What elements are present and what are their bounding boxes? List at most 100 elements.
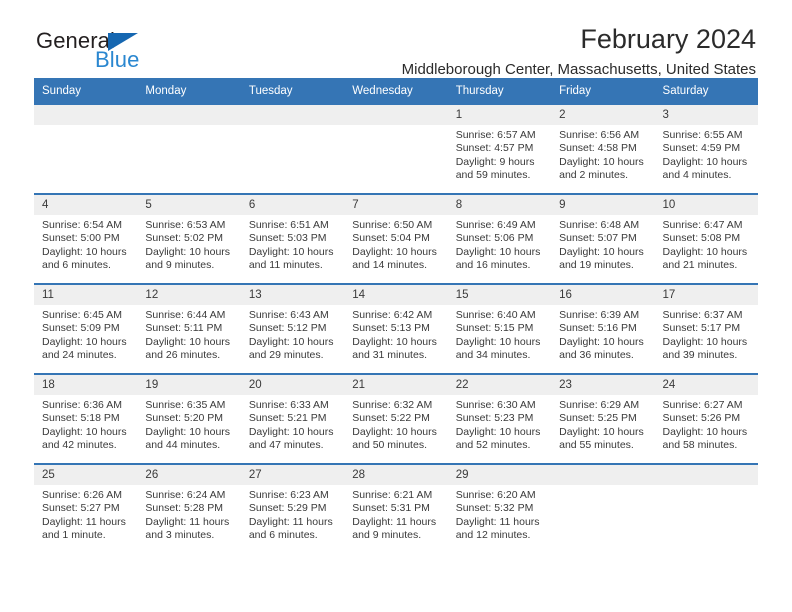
day-number: 10 xyxy=(654,195,758,215)
day-number: 8 xyxy=(447,195,552,215)
calendar-day-cell[interactable]: 10 Sunrise: 6:47 AM Sunset: 5:08 PM Dayligh… xyxy=(654,195,758,283)
day-number: 3 xyxy=(654,105,758,125)
day-detail-line: and 31 minutes. xyxy=(352,349,427,362)
calendar-day-cell[interactable]: 21 Sunrise: 6:32 AM Sunset: 5:22 PM Dayligh… xyxy=(344,375,448,463)
day-detail-line: Sunset: 5:18 PM xyxy=(42,412,120,425)
calendar-day-cell[interactable]: 14 Sunrise: 6:42 AM Sunset: 5:13 PM Dayligh… xyxy=(344,285,448,373)
day-detail-line: Sunrise: 6:54 AM xyxy=(42,219,122,231)
day-detail-line: Daylight: 9 hours xyxy=(455,155,535,168)
day-details: Sunrise: 6:32 AM Sunset: 5:22 PM Daylight:… xyxy=(344,395,447,453)
calendar-day-cell[interactable]: 8 Sunrise: 6:49 AM Sunset: 5:06 PM Daylight… xyxy=(447,195,552,283)
calendar-day-cell[interactable]: 9 Sunrise: 6:48 AM Sunset: 5:07 PM Daylight… xyxy=(551,195,655,283)
calendar-day-cell[interactable]: 20 Sunrise: 6:33 AM Sunset: 5:21 PM Dayligh… xyxy=(240,375,345,463)
calendar-day-cell[interactable]: 3 Sunrise: 6:55 AM Sunset: 4:59 PM Daylight… xyxy=(654,105,758,193)
day-detail-line: Sunrise: 6:27 AM xyxy=(662,399,743,411)
day-detail-line: Daylight: 10 hours xyxy=(248,335,334,348)
day-detail-line: and 12 minutes. xyxy=(455,529,531,542)
day-detail-line: and 19 minutes. xyxy=(559,259,634,272)
day-detail-line: Sunset: 5:28 PM xyxy=(145,502,224,515)
calendar-day-cell[interactable]: 26 Sunrise: 6:24 AM Sunset: 5:28 PM Dayligh… xyxy=(137,465,241,553)
calendar-day-cell[interactable]: 23 Sunrise: 6:29 AM Sunset: 5:25 PM Dayligh… xyxy=(551,375,655,463)
calendar-day-cell[interactable]: 17 Sunrise: 6:37 AM Sunset: 5:17 PM Dayligh… xyxy=(654,285,758,373)
day-detail-line: Sunset: 4:59 PM xyxy=(662,142,741,155)
calendar-day-cell[interactable]: 4 Sunrise: 6:54 AM Sunset: 5:00 PM Daylight… xyxy=(34,195,138,283)
calendar-day-cell[interactable]: 13 Sunrise: 6:43 AM Sunset: 5:12 PM Dayligh… xyxy=(240,285,345,373)
general-blue-logo[interactable]: General Blue xyxy=(36,28,206,76)
day-detail-line: and 2 minutes. xyxy=(559,169,628,182)
day-detail-line: and 39 minutes. xyxy=(662,349,738,362)
calendar-day-cell[interactable]: 12 Sunrise: 6:44 AM Sunset: 5:11 PM Dayligh… xyxy=(137,285,241,373)
day-details: Sunrise: 6:39 AM Sunset: 5:16 PM Daylight:… xyxy=(551,305,654,363)
day-details: Sunrise: 6:57 AM Sunset: 4:57 PM Daylight:… xyxy=(448,125,551,183)
weekday-header-tuesday: Tuesday xyxy=(248,85,293,97)
day-number: 28 xyxy=(344,465,448,485)
day-detail-line: and 21 minutes. xyxy=(662,259,738,272)
calendar-day-cell[interactable]: 27 Sunrise: 6:23 AM Sunset: 5:29 PM Dayligh… xyxy=(240,465,345,553)
day-details: Sunrise: 6:24 AM Sunset: 5:28 PM Daylight:… xyxy=(137,485,240,543)
calendar-day-cell[interactable]: 2 Sunrise: 6:56 AM Sunset: 4:58 PM Daylight… xyxy=(551,105,655,193)
day-detail-line: and 36 minutes. xyxy=(559,349,634,362)
day-details: Sunrise: 6:30 AM Sunset: 5:23 PM Daylight:… xyxy=(448,395,551,453)
calendar-day-cell[interactable]: 16 Sunrise: 6:39 AM Sunset: 5:16 PM Dayligh… xyxy=(551,285,655,373)
day-detail-line: Sunset: 5:21 PM xyxy=(248,412,327,425)
calendar-day-cell[interactable]: 5 Sunrise: 6:53 AM Sunset: 5:02 PM Daylight… xyxy=(137,195,241,283)
calendar-day-cell[interactable]: 24 Sunrise: 6:27 AM Sunset: 5:26 PM Dayligh… xyxy=(654,375,758,463)
calendar-day-cell[interactable]: 25 Sunrise: 6:26 AM Sunset: 5:27 PM Dayligh… xyxy=(34,465,138,553)
day-detail-line: Daylight: 10 hours xyxy=(559,425,644,438)
calendar-day-cell[interactable]: 1 Sunrise: 6:57 AM Sunset: 4:57 PM Daylight… xyxy=(447,105,552,193)
day-detail-line: Sunrise: 6:20 AM xyxy=(455,489,536,501)
day-details: Sunrise: 6:50 AM Sunset: 5:04 PM Daylight:… xyxy=(344,215,447,273)
day-details: Sunrise: 6:40 AM Sunset: 5:15 PM Daylight:… xyxy=(448,305,551,363)
calendar-day-cell[interactable]: 15 Sunrise: 6:40 AM Sunset: 5:15 PM Dayligh… xyxy=(447,285,552,373)
day-detail-line: Sunset: 5:32 PM xyxy=(455,502,534,515)
day-detail-line: and 42 minutes. xyxy=(42,439,117,452)
calendar-day-cell[interactable]: 11 Sunrise: 6:45 AM Sunset: 5:09 PM Dayligh… xyxy=(34,285,138,373)
day-details: Sunrise: 6:48 AM Sunset: 5:07 PM Daylight:… xyxy=(551,215,654,273)
day-detail-line: Daylight: 10 hours xyxy=(248,245,334,258)
day-details: Sunrise: 6:53 AM Sunset: 5:02 PM Daylight:… xyxy=(137,215,240,273)
day-detail-line: Daylight: 10 hours xyxy=(559,335,644,348)
day-detail-line: Daylight: 10 hours xyxy=(42,335,127,348)
day-details: Sunrise: 6:42 AM Sunset: 5:13 PM Daylight:… xyxy=(344,305,447,363)
day-number xyxy=(551,465,655,485)
day-number: 29 xyxy=(447,465,552,485)
day-number: 27 xyxy=(240,465,345,485)
day-detail-line: Sunrise: 6:49 AM xyxy=(455,219,536,231)
day-detail-line: Daylight: 10 hours xyxy=(352,245,437,258)
day-detail-line: Sunset: 5:11 PM xyxy=(145,322,223,335)
day-detail-line: Sunrise: 6:40 AM xyxy=(455,309,536,321)
day-detail-line: Sunrise: 6:48 AM xyxy=(559,219,640,231)
day-detail-line: Daylight: 10 hours xyxy=(559,155,644,168)
day-details: Sunrise: 6:55 AM Sunset: 4:59 PM Daylight:… xyxy=(655,125,758,183)
day-detail-line: and 14 minutes. xyxy=(352,259,427,272)
day-detail-line: Sunset: 5:27 PM xyxy=(42,502,120,515)
logo-text-blue: Blue xyxy=(95,47,140,72)
day-detail-line: Daylight: 10 hours xyxy=(248,425,334,438)
calendar-day-cell[interactable]: 6 Sunrise: 6:51 AM Sunset: 5:03 PM Daylight… xyxy=(240,195,345,283)
day-detail-line: Daylight: 11 hours xyxy=(248,515,333,528)
calendar-day-cell[interactable]: 7 Sunrise: 6:50 AM Sunset: 5:04 PM Daylight… xyxy=(344,195,448,283)
day-number xyxy=(240,105,345,125)
day-number: 20 xyxy=(240,375,345,395)
day-number: 17 xyxy=(654,285,758,305)
calendar-day-cell[interactable]: 18 Sunrise: 6:36 AM Sunset: 5:18 PM Dayligh… xyxy=(34,375,138,463)
weekday-header-row: Sunday Monday Tuesday Wednesday Thursday Frid… xyxy=(34,78,758,105)
day-detail-line: Sunset: 5:31 PM xyxy=(352,502,430,515)
day-number: 7 xyxy=(344,195,448,215)
calendar-day-cell[interactable]: 28 Sunrise: 6:21 AM Sunset: 5:31 PM Dayligh… xyxy=(344,465,448,553)
day-detail-line: Daylight: 10 hours xyxy=(145,335,231,348)
day-detail-line: Sunrise: 6:53 AM xyxy=(145,219,226,231)
day-number xyxy=(137,105,241,125)
calendar-day-cell[interactable]: 19 Sunrise: 6:35 AM Sunset: 5:20 PM Dayligh… xyxy=(137,375,241,463)
calendar-day-cell[interactable]: 22 Sunrise: 6:30 AM Sunset: 5:23 PM Dayligh… xyxy=(447,375,552,463)
day-detail-line: Sunrise: 6:29 AM xyxy=(559,399,640,411)
calendar-day-cell-empty xyxy=(137,105,241,193)
day-detail-line: and 9 minutes. xyxy=(145,259,215,272)
day-detail-line: Daylight: 10 hours xyxy=(145,245,231,258)
day-detail-line: Daylight: 10 hours xyxy=(559,245,644,258)
calendar-day-cell-empty xyxy=(34,105,138,193)
calendar-day-cell[interactable]: 29 Sunrise: 6:20 AM Sunset: 5:32 PM Dayligh… xyxy=(447,465,552,553)
day-details: Sunrise: 6:23 AM Sunset: 5:29 PM Daylight:… xyxy=(241,485,344,543)
day-detail-line: Sunset: 5:02 PM xyxy=(145,232,224,245)
title-block: February 2024 Middleborough Center, Mass… xyxy=(236,22,756,81)
